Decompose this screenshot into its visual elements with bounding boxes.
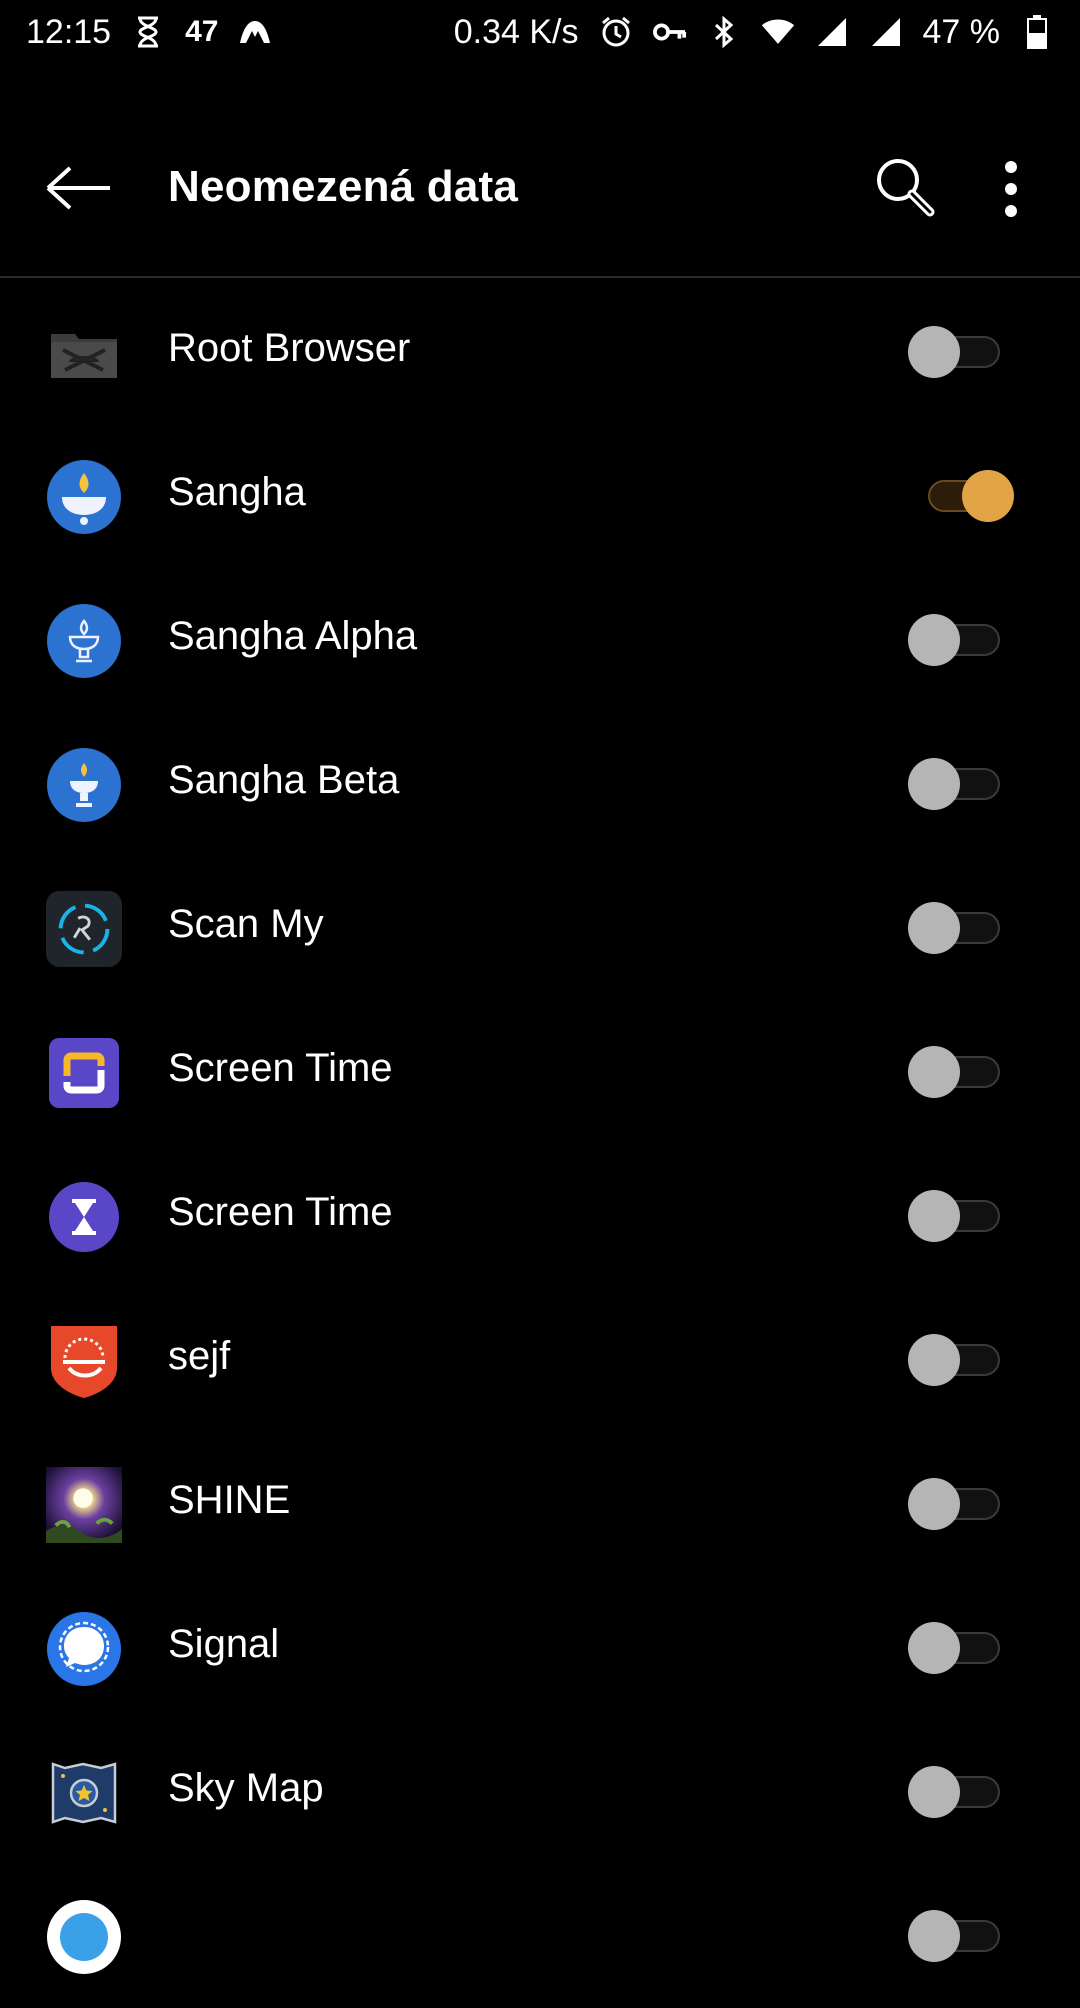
unrestricted-data-toggle[interactable] [908,1332,1000,1388]
app-name: Scan My [168,902,324,946]
unrestricted-data-toggle[interactable] [908,756,1000,812]
search-button[interactable] [872,154,942,224]
sejf-icon [46,1323,122,1399]
unrestricted-data-toggle[interactable] [908,1188,1000,1244]
app-name: Root Browser [168,326,411,370]
sky-map-icon [46,1755,122,1831]
unrestricted-data-toggle[interactable] [908,1476,1000,1532]
status-time: 12:15 [26,12,112,51]
status-bar-left: 12:15 47 [26,13,272,52]
search-icon [877,159,935,217]
toggle-thumb [908,1478,960,1530]
list-item[interactable]: Signal [0,1576,1080,1720]
app-notification-icon [238,15,272,49]
status-bar: 12:15 47 0.34 K/s 47 % [0,0,1080,64]
unrestricted-data-toggle[interactable] [908,900,1000,956]
list-item[interactable]: SHINE [0,1432,1080,1576]
list-item[interactable]: Root Browser [0,280,1080,424]
app-name: Sangha Beta [168,758,400,802]
vpn-key-icon [652,15,687,49]
status-bar-right: 0.34 K/s 47 % [454,13,1054,52]
screen-time-hourglass-icon [46,1179,122,1255]
unrestricted-data-toggle[interactable] [908,1908,1000,1964]
list-item-partial[interactable] [0,1864,1080,2008]
shine-icon [46,1467,122,1543]
toggle-thumb [908,614,960,666]
list-item[interactable]: Sangha [0,424,1080,568]
toggle-thumb [908,758,960,810]
app-name: Signal [168,1622,280,1666]
page-title: Neomezená data [168,162,519,211]
toggle-thumb [908,1622,960,1674]
scan-my-icon [46,891,122,967]
battery-percent: 47 % [922,12,1001,51]
back-button[interactable] [44,164,116,212]
app-list: Root Browser Sangha Sangha Alpha Sangha … [0,280,1080,2008]
hourglass-icon [131,15,165,49]
app-bar-divider [0,276,1080,278]
unrestricted-data-toggle[interactable] [908,1044,1000,1100]
battery-icon [1020,15,1054,49]
unrestricted-data-toggle[interactable] [908,324,1000,380]
notification-count: 47 [185,15,219,48]
toggle-thumb [908,1190,960,1242]
toggle-thumb [908,1910,960,1962]
more-options-button[interactable] [988,154,1034,224]
list-item[interactable]: Screen Time [0,1144,1080,1288]
arrow-back-icon [46,166,110,210]
root-browser-icon [46,315,122,391]
list-item[interactable]: Sky Map [0,1720,1080,1864]
wifi-icon [761,15,795,49]
sangha-alpha-icon [46,603,122,679]
unrestricted-data-toggle[interactable] [908,468,1014,524]
app-name: Sangha [168,470,306,514]
app-name: Screen Time [168,1190,393,1234]
cell-signal-icon [815,15,849,49]
screen-time-icon [46,1035,122,1111]
list-item[interactable]: Screen Time [0,1000,1080,1144]
unrestricted-data-toggle[interactable] [908,1764,1000,1820]
toggle-thumb [908,1766,960,1818]
bluetooth-icon [707,15,741,49]
app-name: SHINE [168,1478,291,1522]
network-speed: 0.34 K/s [453,12,579,51]
list-item[interactable]: Scan My [0,856,1080,1000]
unrestricted-data-toggle[interactable] [908,1620,1000,1676]
toggle-thumb [908,902,960,954]
sangha-beta-icon [46,747,122,823]
toggle-thumb [962,470,1014,522]
app-bar: Neomezená data [0,118,1080,258]
app-name: Sky Map [168,1766,324,1810]
unrestricted-data-toggle[interactable] [908,612,1000,668]
toggle-thumb [908,1046,960,1098]
list-item[interactable]: Sangha Beta [0,712,1080,856]
list-item[interactable]: Sangha Alpha [0,568,1080,712]
app-name: Screen Time [168,1046,393,1090]
cell-signal-2-icon [869,15,903,49]
signal-icon [46,1611,122,1687]
toggle-thumb [908,326,960,378]
partial-app-icon [46,1899,122,1975]
app-name: sejf [168,1334,231,1378]
more-vert-icon [1005,161,1017,217]
sangha-icon [46,459,122,535]
toggle-thumb [908,1334,960,1386]
app-name: Sangha Alpha [168,614,418,658]
alarm-icon [599,15,633,49]
list-item[interactable]: sejf [0,1288,1080,1432]
